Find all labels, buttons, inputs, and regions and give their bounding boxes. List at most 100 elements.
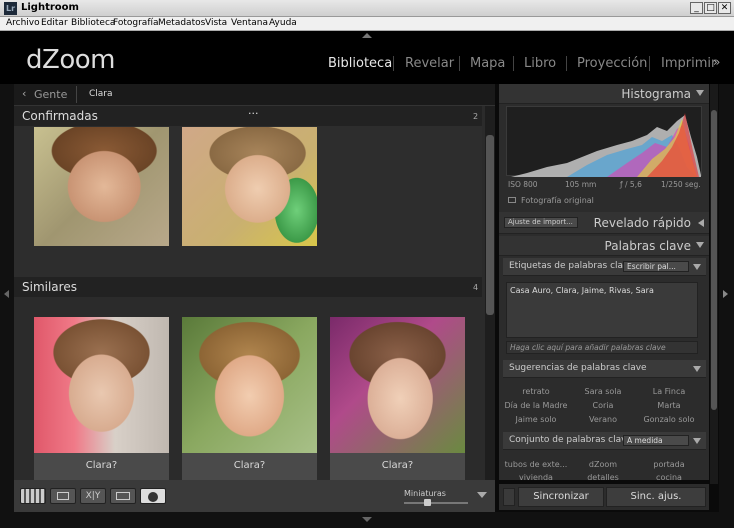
window-titlebar [0,0,734,17]
expand-quick-develop-icon[interactable] [698,219,704,227]
module-separator [393,56,394,71]
keyword-suggestion[interactable]: Jaime solo [503,415,569,424]
keyword-set-label: Conjunto de palabras clave [509,435,632,445]
keyword-suggestion[interactable]: Verano [570,415,636,424]
similar-title: Similares [22,280,77,294]
minimize-button[interactable]: _ [690,2,703,14]
right-panel-scrollbar-thumb[interactable] [711,110,717,410]
identity-plate: dZoom [26,45,115,75]
sync-button[interactable]: Sincronizar [518,487,604,507]
survey-view-icon[interactable] [110,488,136,504]
keyword-tags-value: Casa Auro, Clara, Jaime, Rivas, Sara [510,286,654,295]
keyword-set-header[interactable]: Conjunto de palabras clave A medida [503,432,706,450]
back-chevron-icon[interactable]: ‹ [22,87,26,100]
keyword-suggestion[interactable]: retrato [503,387,569,396]
collapse-histogram-icon[interactable] [696,90,704,96]
face-name-label[interactable]: Clara? [182,460,317,471]
collapse-right-panel-icon[interactable] [723,290,728,298]
confirmed-section-header[interactable]: Confirmadas ··· 2 [14,106,482,126]
keyword-suggestion[interactable]: Marta [636,401,702,410]
quick-develop-panel-header[interactable]: Ajuste de import... Revelado rápido [499,212,709,234]
face-name-label[interactable]: Clara? [34,460,169,471]
module-separator [566,56,567,71]
keyword-set-item[interactable]: cocina [636,473,702,482]
collapse-bottom-arrow-icon[interactable] [362,517,372,522]
keyword-suggestion[interactable]: Día de la Madre [503,401,569,410]
photo-thumbnail[interactable] [34,127,169,246]
loupe-view-icon[interactable] [50,488,76,504]
collapse-top-arrow-icon[interactable] [362,33,372,38]
keyword-set-item[interactable]: dZoom [570,460,636,469]
module-imprimir[interactable]: Imprimir [661,56,716,71]
close-button[interactable]: ✕ [718,2,731,14]
menu-vista[interactable]: Vista [205,18,227,28]
menu-biblioteca[interactable]: Biblioteca [71,18,115,28]
maximize-button[interactable]: □ [704,2,717,14]
keywords-panel-header[interactable]: Palabras clave [499,236,709,256]
keyword-set-item[interactable]: vivienda [503,473,569,482]
people-view-icon[interactable] [140,488,166,504]
breadcrumb-divider [76,86,77,103]
grid-scrollbar-thumb[interactable] [486,135,494,315]
module-revelar[interactable]: Revelar [405,56,454,71]
histogram-chart [506,106,702,177]
menu-metadatos[interactable]: Metadatos [158,18,205,28]
breadcrumb-back-link[interactable]: Gente [34,88,67,101]
original-photo-checkbox[interactable] [508,197,516,203]
keyword-set-item[interactable]: portada [636,460,702,469]
menu-editar[interactable]: Editar [41,18,68,28]
menu-bar: Archivo Editar Biblioteca Fotografía Met… [0,17,734,31]
keyword-suggestions-header[interactable]: Sugerencias de palabras clave [503,360,706,378]
menu-ventana[interactable]: Ventana [231,18,268,28]
keyword-mode-dropdown[interactable]: Escribir pal... [623,261,689,272]
original-photo-label: Fotografía original [521,196,594,205]
sync-settings-button[interactable]: Sinc. ajus. [606,487,706,507]
preset-dropdown[interactable]: Ajuste de import... [504,217,578,228]
thumbnail-size-slider-thumb[interactable] [424,499,431,506]
auto-sync-switch[interactable] [503,488,515,506]
module-separator [649,56,650,71]
photo-thumbnail[interactable] [34,317,169,453]
collapse-keywords-icon[interactable] [696,242,704,248]
menu-archivo[interactable]: Archivo [6,18,40,28]
keyword-set-item[interactable]: detalles [570,473,636,482]
menu-ayuda[interactable]: Ayuda [269,18,297,28]
keyword-set-dropdown[interactable]: A medida [623,435,689,446]
module-libro[interactable]: Libro [524,56,556,71]
similar-section-header[interactable]: Similares 4 [14,277,482,297]
keyword-tags-label: Etiquetas de palabras clave [509,261,634,271]
module-biblioteca[interactable]: Biblioteca [328,56,392,71]
right-edge-strip [719,84,734,512]
toolbar-menu-chevron-icon[interactable] [477,492,487,498]
keyword-tags-textarea[interactable]: Casa Auro, Clara, Jaime, Rivas, Sara [506,282,698,338]
photo-thumbnail[interactable] [182,317,317,453]
compare-view-icon[interactable]: X|Y [80,488,106,504]
collapse-keyword-set-icon[interactable] [693,438,701,444]
expand-left-panel-icon[interactable] [4,290,9,298]
add-keyword-hint: Haga clic aquí para añadir palabras clav… [510,343,666,352]
window-title: Lightroom [21,2,79,13]
keyword-tags-header[interactable]: Etiquetas de palabras clave Escribir pal… [503,258,706,276]
module-proyeccion[interactable]: Proyección [577,56,647,71]
keyword-suggestion[interactable]: Sara sola [570,387,636,396]
keyword-set-item[interactable]: tubos de exte... [503,460,569,469]
keyword-suggestion[interactable]: La Finca [636,387,702,396]
keyword-suggestion[interactable]: Coria [570,401,636,410]
module-mapa[interactable]: Mapa [470,56,505,71]
photo-thumbnail[interactable] [182,127,317,246]
photo-thumbnail[interactable] [330,317,465,453]
keyword-suggestion[interactable]: Gonzalo solo [636,415,702,424]
thumbnail-size-slider[interactable] [404,502,468,504]
histogram-panel-header[interactable]: Histograma [499,84,709,104]
add-keyword-input[interactable]: Haga clic aquí para añadir palabras clav… [506,341,698,354]
collapse-suggestions-icon[interactable] [693,366,701,372]
grid-view-icon[interactable] [20,488,46,504]
histogram-focal-length: 105 mm [565,180,597,189]
menu-fotografia[interactable]: Fotografía [113,18,159,28]
quick-develop-title: Revelado rápido [593,216,691,230]
more-modules-icon[interactable]: » [713,55,720,69]
section-menu-icon[interactable]: ··· [248,107,259,120]
face-name-label[interactable]: Clara? [330,460,465,471]
left-panel-strip [0,84,14,512]
collapse-keyword-tags-icon[interactable] [693,264,701,270]
